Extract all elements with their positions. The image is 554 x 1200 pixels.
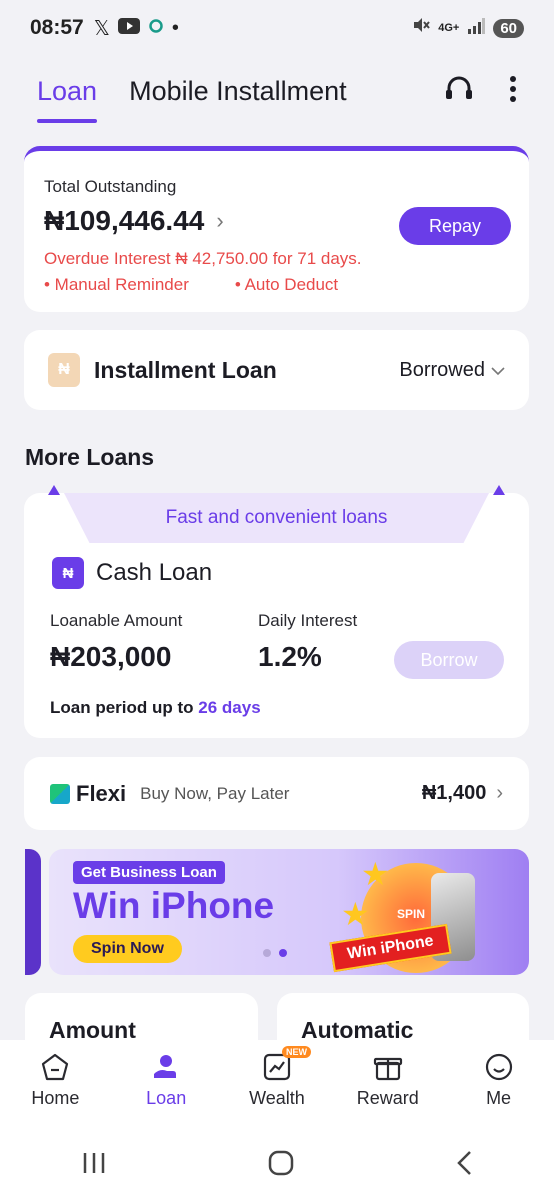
nav-wealth-label: Wealth [249, 1088, 305, 1108]
flexi-amount: ₦1,400 [421, 782, 487, 804]
flexi-brand: Flexi [76, 780, 127, 806]
nav-reward-label: Reward [356, 1088, 419, 1108]
nav-wealth[interactable]: NEW Wealth [232, 1046, 322, 1132]
top-nav: Loan Mobile Installment [0, 56, 554, 126]
banner-corner-left [48, 485, 60, 495]
loan-period-prefix: Loan period up to [50, 698, 194, 717]
more-vertical-icon[interactable] [509, 75, 517, 108]
cash-loan-header: ₦ Cash Loan [52, 557, 212, 589]
loanable-amount-value: ₦203,000 [50, 641, 172, 672]
repay-button[interactable]: Repay [399, 207, 511, 245]
overdue-interest-text: Overdue Interest ₦ 42,750.00 for 71 days… [44, 249, 362, 268]
nav-reward[interactable]: Reward [343, 1052, 433, 1132]
nav-home-label: Home [31, 1088, 80, 1108]
daily-interest-value: 1.2% [258, 641, 322, 672]
wheel-label: SPIN [397, 907, 426, 921]
loan-period: Loan period up to 26 days [50, 698, 261, 718]
loan-banner: Fast and convenient loans [64, 493, 489, 543]
daily-interest-label: Daily Interest [258, 611, 358, 630]
daily-interest-block: Daily Interest 1.2% [258, 611, 357, 673]
cash-loan-icon: ₦ [52, 557, 84, 589]
manual-reminder-link[interactable]: • Manual Reminder [44, 275, 189, 295]
nav-loan[interactable]: Loan [121, 1052, 211, 1132]
installment-status-dropdown[interactable]: Borrowed [399, 359, 505, 382]
calendar-naira-icon: ₦ [48, 353, 80, 387]
x-app-icon: 𝕏 [93, 17, 110, 40]
nav-loan-label: Loan [146, 1088, 187, 1108]
network-label: 4G+ [438, 22, 460, 34]
carousel-dots [263, 949, 287, 957]
installment-loan-title: Installment Loan [94, 356, 277, 383]
notification-icons: 𝕏 • [94, 16, 179, 41]
flexi-mark-icon [50, 783, 70, 804]
prev-promo-slide[interactable] [25, 849, 41, 975]
outstanding-amount: ₦109,446.44 [44, 205, 205, 236]
cash-loan-title: Cash Loan [96, 559, 213, 586]
nav-home[interactable]: Home [10, 1052, 100, 1132]
nav-me-label: Me [486, 1088, 512, 1108]
star-icon: ★ [341, 896, 370, 932]
auto-deduct-link[interactable]: • Auto Deduct [235, 275, 338, 295]
loanable-amount-block: Loanable Amount ₦203,000 [50, 611, 182, 673]
star-icon: ★ [361, 856, 390, 892]
flexi-tagline: Buy Now, Pay Later [140, 783, 290, 803]
outstanding-label: Total Outstanding [44, 177, 177, 196]
flexi-card[interactable]: Flexi Buy Now, Pay Later ₦1,400 › [24, 757, 529, 830]
reminder-options: • Manual Reminder • Auto Deduct [44, 275, 509, 295]
flexi-amount-row: ₦1,400 › [422, 782, 503, 805]
smile-icon [484, 1052, 514, 1082]
mute-icon [412, 16, 430, 40]
outstanding-card: Total Outstanding ₦109,446.44 › Repay Ov… [24, 146, 529, 312]
borrow-button[interactable]: Borrow [394, 641, 504, 679]
loan-period-days: 26 days [198, 698, 261, 717]
new-badge: NEW [281, 1046, 311, 1058]
status-time: 08:57 [30, 16, 84, 39]
promo-tag: Get Business Loan [73, 861, 225, 884]
carousel-dot [263, 949, 271, 957]
banner-corner-right [493, 485, 505, 495]
gift-icon [373, 1052, 403, 1082]
tab-mobile-installment[interactable]: Mobile Installment [129, 76, 347, 107]
back-icon[interactable] [455, 1150, 473, 1183]
flexi-logo: Flexi [50, 781, 126, 807]
battery-indicator: 60 [493, 18, 524, 38]
spin-now-button[interactable]: Spin Now [73, 935, 182, 963]
promo-banner[interactable]: Get Business Loan Win iPhone Spin Now ★ … [49, 849, 529, 975]
chevron-down-icon [491, 359, 505, 382]
chevron-right-icon: › [496, 782, 503, 804]
status-bar: 08:57 𝕏 • 4G+ 60 [0, 0, 554, 56]
loanable-amount-label: Loanable Amount [50, 611, 183, 630]
bottom-nav: Home Loan NEW Wealth Reward Me [0, 1040, 554, 1132]
tab-loan[interactable]: Loan [37, 76, 98, 123]
chevron-right-icon: › [216, 208, 224, 233]
cash-loan-card: Fast and convenient loans ₦ Cash Loan Lo… [24, 485, 529, 738]
youtube-icon [117, 17, 140, 40]
system-nav-bar [0, 1132, 554, 1200]
home-icon [40, 1052, 70, 1082]
dot-icon: • [171, 16, 179, 39]
promo-headline: Win iPhone [73, 885, 275, 926]
home-button-icon[interactable] [268, 1150, 294, 1183]
carousel-dot-active [279, 949, 287, 957]
sync-icon [148, 17, 164, 40]
installment-status: Borrowed [399, 358, 485, 381]
more-loans-title: More Loans [25, 444, 155, 470]
signal-icon [467, 17, 486, 40]
loan-icon [151, 1052, 181, 1082]
nav-me[interactable]: Me [454, 1052, 544, 1132]
headset-icon[interactable] [443, 74, 475, 109]
installment-loan-card[interactable]: ₦ Installment Loan Borrowed [24, 330, 529, 410]
recent-apps-icon[interactable] [81, 1150, 107, 1182]
